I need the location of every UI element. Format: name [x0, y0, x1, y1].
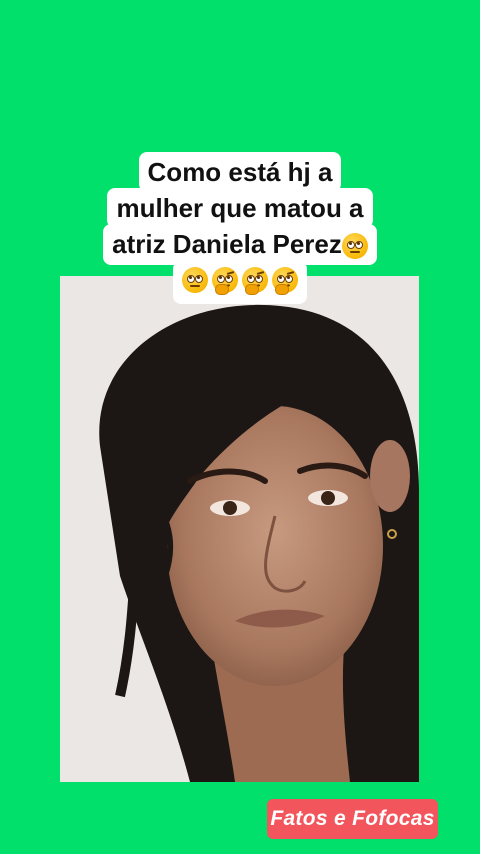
caption-emoji-row: [173, 261, 307, 305]
caption-line-2: mulher que matou a: [107, 188, 373, 228]
thinking-face-emoji-icon: [212, 267, 238, 296]
caption-line-3-text: atriz Daniela Perez: [112, 229, 342, 259]
watermark-badge: Fatos e Fofocas: [267, 799, 438, 839]
thinking-face-emoji-icon: [272, 267, 298, 296]
portrait-photo: [60, 276, 419, 782]
caption-line-1: Como está hj a: [138, 152, 342, 192]
rolling-eyes-emoji-icon: [341, 233, 368, 260]
caption-line-3: atriz Daniela Perez: [103, 224, 377, 266]
thinking-face-emoji-icon: [242, 267, 268, 296]
rolling-eyes-emoji-icon: [182, 267, 208, 294]
portrait-illustration: [60, 276, 419, 782]
caption-overlay: Como está hj a mulher que matou a atriz …: [0, 152, 480, 305]
